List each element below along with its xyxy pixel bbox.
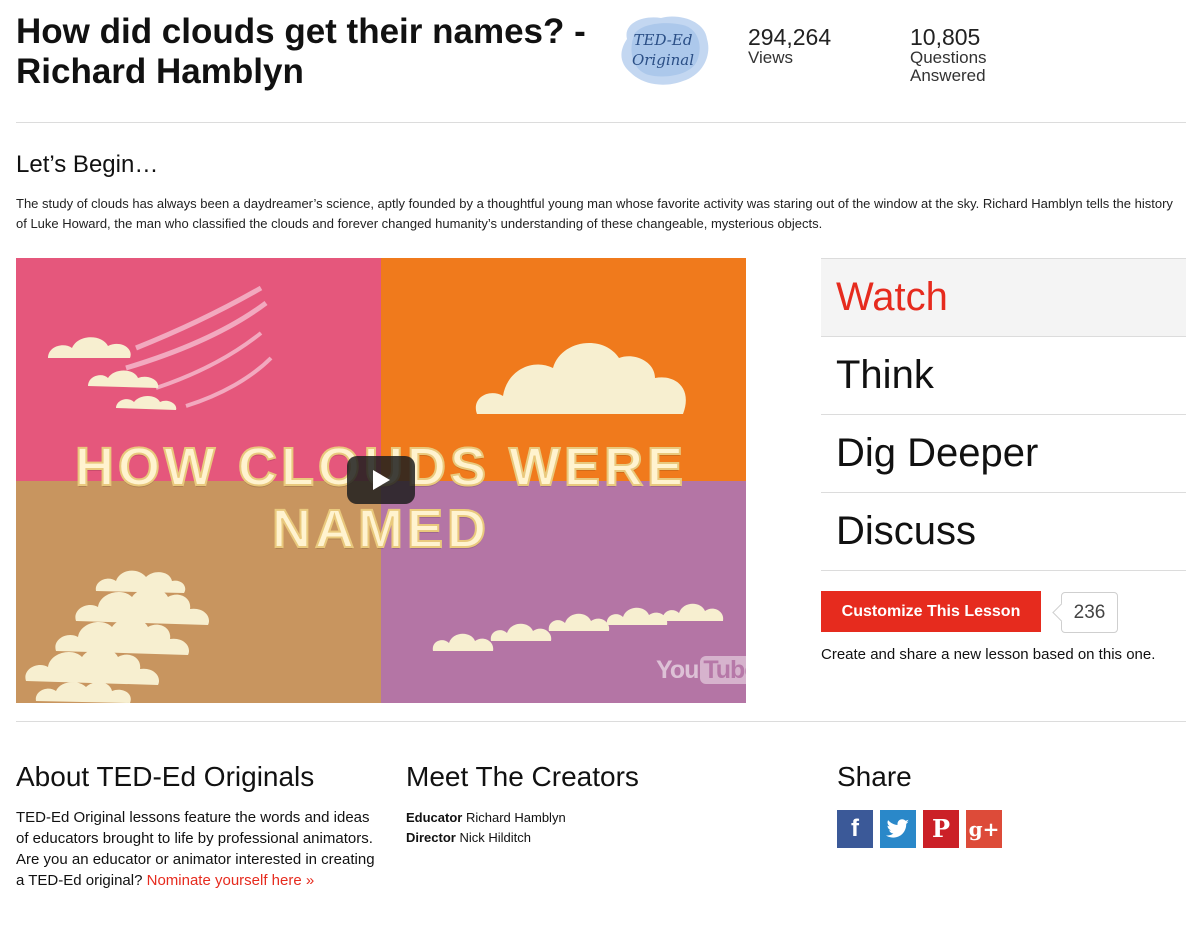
about-text: TED-Ed Original lessons feature the word… <box>16 807 376 891</box>
play-icon <box>373 470 390 490</box>
youtube-logo[interactable]: YouTube <box>656 656 746 685</box>
badge-line-1: TED-Ed <box>633 31 693 49</box>
facebook-share-button[interactable]: f <box>837 810 873 848</box>
pinterest-icon: P <box>931 814 951 843</box>
badge-line-2: Original <box>631 51 695 69</box>
lesson-description: The study of clouds has always been a da… <box>16 196 1173 231</box>
divider <box>16 122 1186 123</box>
video-player[interactable]: HOW CLOUDS WERE NAMED YouTube <box>16 258 746 703</box>
questions-label-2: Answered <box>910 66 986 85</box>
share-buttons: f Pg+ <box>837 810 1009 848</box>
questions-stat: 10,805 Questions Answered <box>910 25 987 85</box>
tab-watch[interactable]: Watch <box>821 258 1186 337</box>
divider <box>16 721 1186 722</box>
lets-begin-heading: Let’s Begin… <box>16 151 159 178</box>
share-title: Share <box>837 761 912 792</box>
nominate-link[interactable]: Nominate yourself here » <box>147 872 315 889</box>
youtube-logo-you: You <box>656 656 699 684</box>
educator-label: Educator <box>406 810 463 825</box>
director-label: Director <box>406 830 456 845</box>
tab-discuss[interactable]: Discuss <box>821 493 1186 571</box>
youtube-logo-tube: Tube <box>700 656 746 684</box>
twitter-icon <box>886 819 909 838</box>
google-plus-icon: g+ <box>968 817 1000 841</box>
customize-note: Create and share a new lesson based on t… <box>821 646 1156 663</box>
director-name: Nick Hilditch <box>459 830 531 845</box>
educator-row: Educator Richard Hamblyn <box>406 808 566 828</box>
tab-think[interactable]: Think <box>821 337 1186 415</box>
lesson-tabs: Watch Think Dig Deeper Discuss <box>821 258 1186 571</box>
watercolor-blob-icon <box>621 16 709 85</box>
twitter-share-button[interactable] <box>880 810 916 848</box>
director-row: Director Nick Hilditch <box>406 828 566 848</box>
views-stat: 294,264 Views <box>748 25 831 67</box>
customize-lesson-button[interactable]: Customize This Lesson <box>821 591 1041 632</box>
educator-name: Richard Hamblyn <box>465 810 566 825</box>
questions-count: 10,805 <box>910 24 981 50</box>
views-label: Views <box>748 48 794 67</box>
lesson-title: How did clouds get their names? - Richar… <box>16 12 586 91</box>
pinterest-share-button[interactable]: P <box>923 810 959 848</box>
facebook-icon: f <box>851 815 859 842</box>
ted-ed-original-badge: TED-Ed Original <box>613 9 713 89</box>
about-title: About TED-Ed Originals <box>16 761 315 792</box>
questions-label-1: Questions <box>910 48 987 67</box>
google-plus-share-button[interactable]: g+ <box>966 810 1002 848</box>
customize-count-badge: 236 <box>1061 592 1118 633</box>
creators-list: Educator Richard Hamblyn Director Nick H… <box>406 808 566 848</box>
views-count: 294,264 <box>748 24 832 50</box>
tab-dig-deeper[interactable]: Dig Deeper <box>821 415 1186 493</box>
creators-title: Meet The Creators <box>406 761 639 792</box>
play-button[interactable] <box>347 456 415 504</box>
